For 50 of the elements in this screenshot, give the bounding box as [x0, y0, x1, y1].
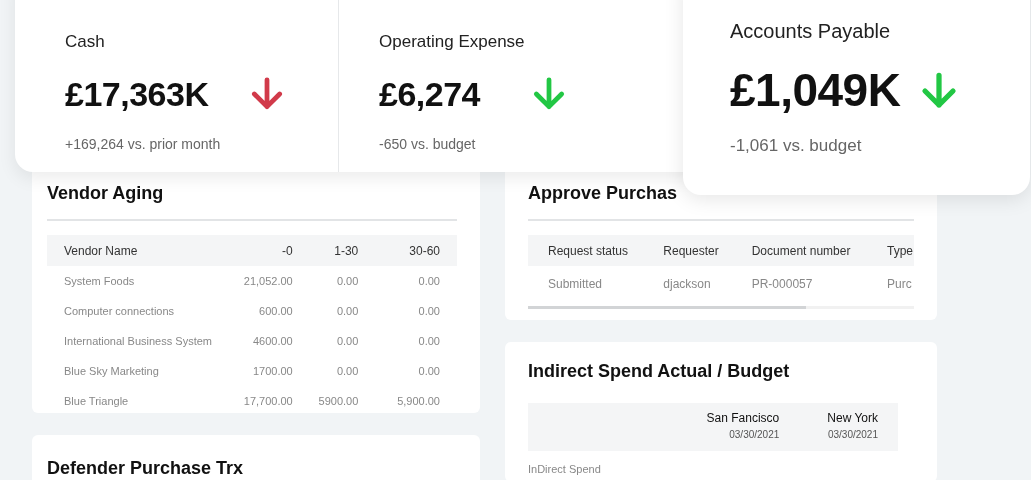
table-cell: 21,052.00 — [212, 266, 293, 296]
column-header: Vendor Name — [47, 235, 212, 266]
table-cell-text: Blue Sky Marketing — [63, 363, 160, 379]
kpi-label: Accounts Payable — [730, 19, 892, 44]
column-header: New York — [827, 410, 878, 427]
table-cell: 5,900.00 — [358, 386, 457, 416]
table-cell: 0.00 — [358, 266, 457, 296]
kpi-note: -1,061 vs. budget — [730, 135, 863, 157]
table-cell: 4600.00 — [212, 326, 293, 356]
table-cell: 0.00 — [292, 326, 359, 356]
kpi-value: £6,274 — [379, 73, 480, 115]
table-cell-text: 1700.00 — [251, 363, 293, 379]
kpi-note: -650 vs. budget — [379, 134, 477, 154]
table-cell: 0.00 — [292, 266, 359, 296]
table-cell: 0.00 — [292, 296, 359, 326]
column-header: San Fancisco — [706, 410, 780, 427]
column-date: 03/30/2021 — [728, 428, 780, 442]
column-header: 1-30 — [292, 235, 359, 266]
kpi-value: £1,049K — [730, 63, 901, 118]
table-cell: Purc — [887, 266, 914, 302]
scrollbar[interactable] — [528, 306, 806, 309]
table-cell: PR-000057 — [751, 266, 887, 302]
kpi-value: £17,363K — [65, 73, 209, 115]
kpi-note: +169,264 vs. prior month — [65, 134, 222, 154]
table-cell: 0.00 — [358, 356, 457, 386]
column-header: Document number — [751, 235, 887, 266]
panel-title: Vendor Aging — [47, 180, 457, 221]
panel-title: Defender Purchase Trx — [47, 457, 245, 480]
table-cell: 0.00 — [358, 326, 457, 356]
column-header: 30-60 — [358, 235, 457, 266]
table-cell-text: International Business System — [63, 333, 212, 349]
panel-title: Indirect Spend Actual / Budget — [528, 360, 791, 383]
kpi-label: Operating Expense — [379, 31, 526, 53]
table-cell: djackson — [663, 266, 752, 302]
table-cell: System Foods — [47, 266, 212, 296]
table-cell-text: Computer connections — [63, 303, 176, 319]
column-header: -0 — [212, 235, 293, 266]
table-cell: Submitted — [528, 266, 664, 302]
table-cell-text: 17,700.00 — [242, 393, 293, 409]
column-date: 03/30/2021 — [827, 428, 878, 442]
table-cell-text: Blue Triangle — [63, 393, 130, 409]
table-cell-text: 600.00 — [258, 303, 293, 319]
table-cell: 0.00 — [358, 296, 457, 326]
column-header: Type — [887, 235, 914, 266]
table-cell: 0.00 — [292, 356, 359, 386]
kpi-label: Cash — [65, 31, 106, 53]
row-label: InDirect Spend — [528, 462, 602, 477]
table-cell: 5900.00 — [292, 386, 359, 416]
column-header: Requester — [663, 235, 752, 266]
column-header: Request status — [528, 235, 664, 266]
